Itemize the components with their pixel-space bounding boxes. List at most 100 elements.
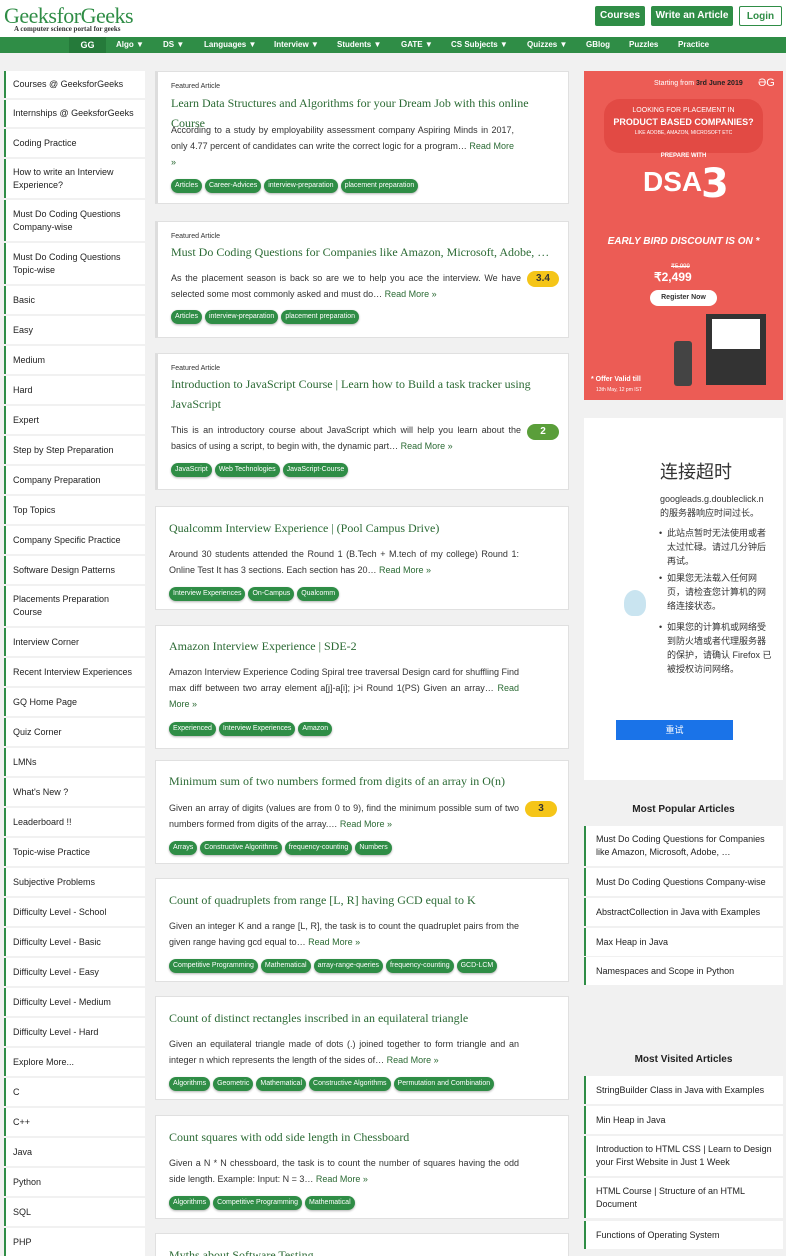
tag[interactable]: Geometric	[213, 1077, 254, 1091]
tag[interactable]: Constructive Algorithms	[200, 841, 282, 855]
sidebar-item[interactable]: Placements Preparation Course	[4, 586, 145, 626]
tag[interactable]: Career-Advices	[204, 179, 262, 193]
nav-item-practice[interactable]: Practice	[678, 37, 709, 53]
article-title[interactable]: Count of quadruplets from range [L, R] h…	[169, 890, 559, 910]
sidebar-item[interactable]: Interview Corner	[4, 628, 145, 656]
sidebar-item[interactable]: Difficulty Level - Basic	[4, 928, 145, 956]
sidebar-item[interactable]: Company Specific Practice	[4, 526, 145, 554]
article-title[interactable]: Introduction to JavaScript Course | Lear…	[171, 374, 561, 414]
article-title[interactable]: Myths about Software Testing	[169, 1245, 559, 1256]
tag[interactable]: Competitive Programming	[169, 959, 258, 973]
tag[interactable]: Web Technologies	[214, 463, 280, 477]
tag[interactable]: Mathematical	[256, 1077, 307, 1091]
nav-item-algo[interactable]: Algo ▼	[116, 37, 144, 53]
popular-article-link[interactable]: Must Do Coding Questions for Companies l…	[584, 826, 783, 866]
tag[interactable]: placement preparation	[340, 179, 419, 193]
sidebar-item[interactable]: Difficulty Level - Medium	[4, 988, 145, 1016]
tag[interactable]: Articles	[171, 310, 202, 324]
sidebar-item[interactable]: Top Topics	[4, 496, 145, 524]
read-more-link[interactable]: Read More »	[308, 937, 360, 947]
sidebar-item[interactable]: Java	[4, 1138, 145, 1166]
nav-item-gblog[interactable]: GBlog	[586, 37, 610, 53]
sidebar-item[interactable]: SQL	[4, 1198, 145, 1226]
article-title[interactable]: Count squares with odd side length in Ch…	[169, 1127, 559, 1147]
nav-item-ds[interactable]: DS ▼	[163, 37, 184, 53]
sidebar-item[interactable]: Python	[4, 1168, 145, 1196]
read-more-link[interactable]: Read More »	[379, 565, 431, 575]
read-more-link[interactable]: Read More »	[385, 289, 437, 299]
sidebar-item[interactable]: Medium	[4, 346, 145, 374]
tag[interactable]: interview-preparation	[204, 310, 279, 324]
read-more-link[interactable]: Read More »	[340, 819, 392, 829]
visited-article-link[interactable]: Introduction to HTML CSS | Learn to Desi…	[584, 1136, 783, 1176]
retry-button[interactable]: 重试	[616, 720, 733, 740]
read-more-link[interactable]: Read More »	[316, 1174, 368, 1184]
article-title[interactable]: Must Do Coding Questions for Companies l…	[171, 242, 561, 262]
nav-item-gate[interactable]: GATE ▼	[401, 37, 433, 53]
sidebar-item[interactable]: Quiz Corner	[4, 718, 145, 746]
article-title[interactable]: Count of distinct rectangles inscribed i…	[169, 1008, 559, 1028]
sidebar-item[interactable]: Topic-wise Practice	[4, 838, 145, 866]
tag[interactable]: GCD-LCM	[456, 959, 498, 973]
article-title[interactable]: Minimum sum of two numbers formed from d…	[169, 771, 559, 791]
popular-article-link[interactable]: Must Do Coding Questions Company-wise	[584, 868, 783, 896]
sidebar-item[interactable]: PHP	[4, 1228, 145, 1256]
ad-register-button[interactable]: Register Now	[650, 290, 717, 306]
popular-article-link[interactable]: AbstractCollection in Java with Examples	[584, 898, 783, 926]
nav-item-cs-subjects[interactable]: CS Subjects ▼	[451, 37, 508, 53]
article-title[interactable]: Amazon Interview Experience | SDE-2	[169, 636, 559, 656]
tag[interactable]: Constructive Algorithms	[309, 1077, 391, 1091]
sidebar-item[interactable]: Must Do Coding Questions Topic-wise	[4, 243, 145, 284]
sidebar-item[interactable]: Basic	[4, 286, 145, 314]
sidebar-item[interactable]: Difficulty Level - Easy	[4, 958, 145, 986]
sidebar-item[interactable]: What's New ?	[4, 778, 145, 806]
tag[interactable]: Mathematical	[260, 959, 311, 973]
nav-item-quizzes[interactable]: Quizzes ▼	[527, 37, 567, 53]
tag[interactable]: Numbers	[355, 841, 392, 855]
sidebar-item[interactable]: LMNs	[4, 748, 145, 776]
tag[interactable]: Qualcomm	[297, 587, 340, 601]
login-button[interactable]: Login	[739, 6, 782, 26]
read-more-link[interactable]: Read More »	[387, 1055, 439, 1065]
tag[interactable]: Competitive Programming	[213, 1196, 302, 1210]
write-article-button[interactable]: Write an Article	[651, 6, 733, 26]
sidebar-item[interactable]: Hard	[4, 376, 145, 404]
tag[interactable]: interview-preparation	[264, 179, 338, 193]
sidebar-item[interactable]: Coding Practice	[4, 129, 145, 157]
sidebar-item[interactable]: Leaderboard !!	[4, 808, 145, 836]
course-ad-banner[interactable]: Starting from 3rd June 2019 ƏG LOOKING F…	[584, 71, 783, 400]
popular-article-link[interactable]: Namespaces and Scope in Python	[584, 957, 783, 985]
sidebar-item[interactable]: Company Preparation	[4, 466, 145, 494]
sidebar-item[interactable]: Difficulty Level - Hard	[4, 1018, 145, 1046]
tag[interactable]: Amazon	[298, 722, 333, 736]
nav-item-students[interactable]: Students ▼	[337, 37, 381, 53]
sidebar-item[interactable]: Subjective Problems	[4, 868, 145, 896]
sidebar-item[interactable]: C	[4, 1078, 145, 1106]
nav-home-icon[interactable]: GG	[69, 37, 106, 53]
tag[interactable]: frequency-counting	[386, 959, 454, 973]
sidebar-item[interactable]: Easy	[4, 316, 145, 344]
tag[interactable]: Algorithms	[169, 1077, 211, 1091]
tag[interactable]: array-range-queries	[313, 959, 384, 973]
sidebar-item[interactable]: Must Do Coding Questions Company-wise	[4, 200, 145, 241]
sidebar-item[interactable]: GQ Home Page	[4, 688, 145, 716]
sidebar-item[interactable]: Software Design Patterns	[4, 556, 145, 584]
visited-article-link[interactable]: Functions of Operating System	[584, 1221, 783, 1249]
visited-article-link[interactable]: HTML Course | Structure of an HTML Docum…	[584, 1178, 783, 1218]
article-title[interactable]: Qualcomm Interview Experience | (Pool Ca…	[169, 518, 559, 538]
nav-item-puzzles[interactable]: Puzzles	[629, 37, 658, 53]
sidebar-item[interactable]: Internships @ GeeksforGeeks	[4, 100, 145, 127]
popular-article-link[interactable]: Max Heap in Java	[584, 928, 783, 956]
tag[interactable]: Articles	[171, 179, 202, 193]
sidebar-item[interactable]: Step by Step Preparation	[4, 436, 145, 464]
courses-button[interactable]: Courses	[595, 6, 645, 26]
sidebar-item[interactable]: C++	[4, 1108, 145, 1136]
tag[interactable]: JavaScript-Course	[282, 463, 349, 477]
tag[interactable]: Interview Experiences	[218, 722, 296, 736]
tag[interactable]: On-Campus	[248, 587, 295, 601]
tag[interactable]: Permutation and Combination	[393, 1077, 495, 1091]
nav-item-languages[interactable]: Languages ▼	[204, 37, 256, 53]
sidebar-item[interactable]: Recent Interview Experiences	[4, 658, 145, 686]
sidebar-item[interactable]: Explore More...	[4, 1048, 145, 1076]
sidebar-item[interactable]: Difficulty Level - School	[4, 898, 145, 926]
